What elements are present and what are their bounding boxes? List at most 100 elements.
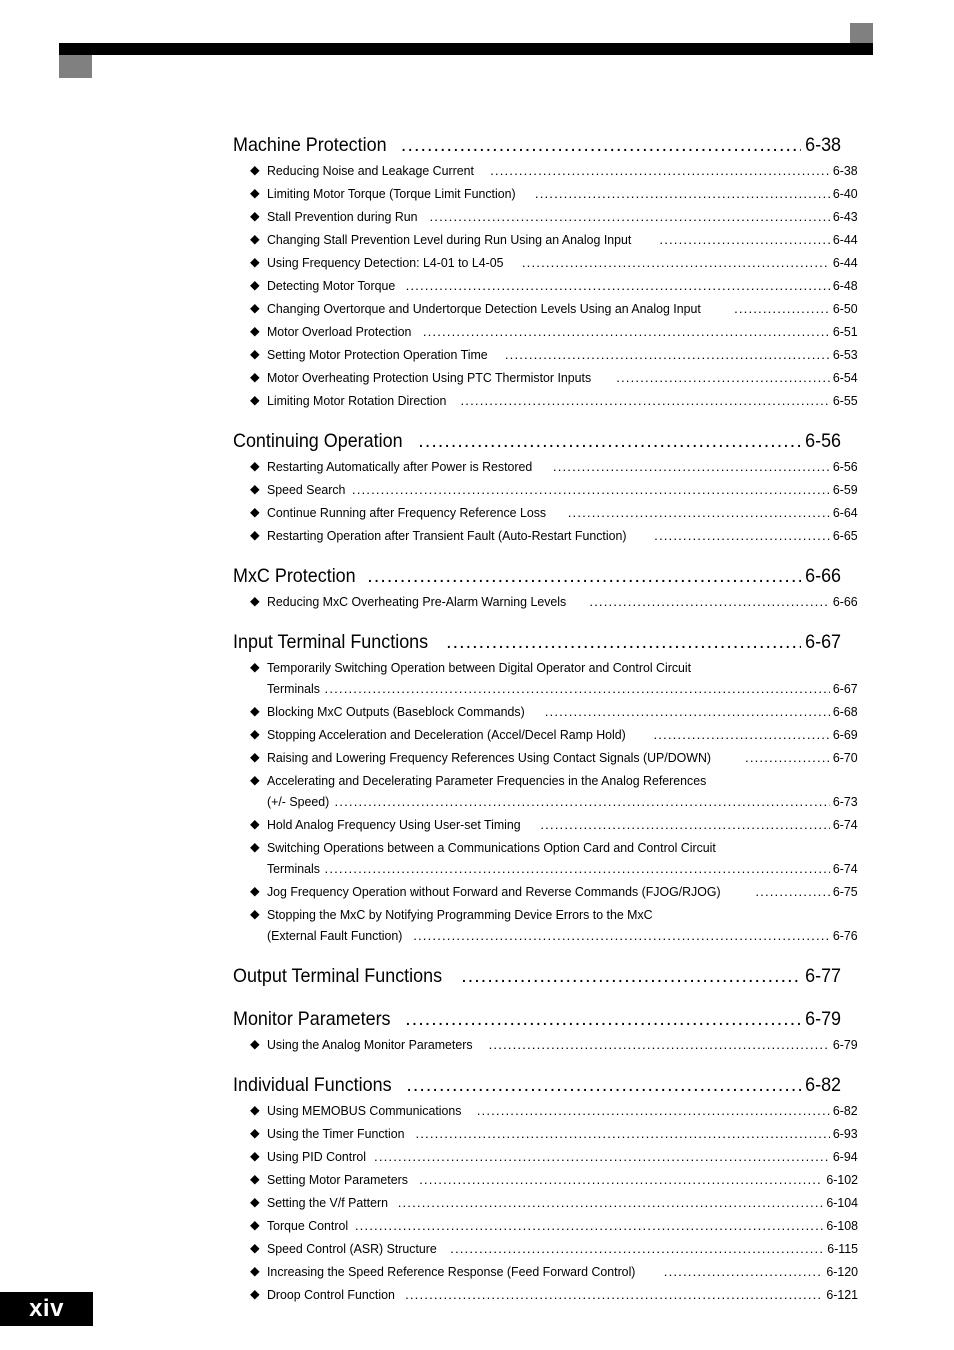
toc-heading-row[interactable]: Continuing Operation 6-56 (233, 429, 841, 454)
toc-item-continuation-row[interactable]: ◆Terminals6-67 (233, 678, 858, 699)
toc-item-row[interactable]: ◆ Setting Motor Protection Operation Time… (233, 344, 858, 365)
toc-heading-page-number: 6-56 (805, 430, 841, 452)
toc-item-page-number: 6-73 (833, 794, 858, 809)
toc-item-title: Setting Motor Protection Operation Time (266, 347, 488, 362)
toc-item-row[interactable]: ◆ Limiting Motor Rotation Direction 6-55 (233, 390, 858, 411)
dot-leader (490, 160, 830, 181)
dot-leader (461, 390, 831, 411)
toc-item-title: Hold Analog Frequency Using User-set Tim… (266, 817, 521, 832)
toc-item-row[interactable]: ◆ Stopping the MxC by Notifying Programmi… (233, 904, 858, 925)
dot-leader (423, 321, 831, 342)
toc-item-row[interactable]: ◆ Using the Analog Monitor Parameters 6-79 (233, 1034, 858, 1055)
toc-item-row[interactable]: ◆ Using MEMOBUS Communications 6-82 (233, 1100, 858, 1121)
toc-item-row[interactable]: ◆ Torque Control 6-108 (233, 1215, 858, 1236)
toc-item-row[interactable]: ◆ Restarting Operation after Transient Fa… (233, 525, 858, 546)
diamond-bullet-icon: ◆ (250, 727, 260, 741)
toc-item-page-number: 6-55 (833, 393, 858, 408)
toc-item-row[interactable]: ◆ Raising and Lowering Frequency Referenc… (233, 747, 858, 768)
toc-item-row[interactable]: ◆ Detecting Motor Torque 6-48 (233, 275, 858, 296)
toc-item-title: Using PID Control (266, 1149, 366, 1164)
toc-item-title-continued: Terminals (266, 861, 320, 876)
dot-leader (589, 591, 830, 612)
diamond-bullet-icon: ◆ (250, 459, 260, 473)
dot-leader (430, 206, 831, 227)
toc-item-row[interactable]: ◆ Motor Overheating Protection Using PTC … (233, 367, 858, 388)
diamond-bullet-icon: ◆ (250, 817, 260, 831)
toc-item-title: Setting Motor Parameters (266, 1172, 408, 1187)
toc-item-page-number: 6-94 (833, 1149, 858, 1164)
toc-item-title: Using the Analog Monitor Parameters (266, 1037, 473, 1052)
toc-item-title: Stopping Acceleration and Deceleration (… (266, 727, 626, 742)
toc-item-title: Temporarily Switching Operation between … (266, 660, 691, 675)
toc-item-title-continued: (External Fault Function) (266, 928, 403, 943)
diamond-bullet-icon: ◆ (250, 278, 260, 292)
toc-item-row[interactable]: ◆ Restarting Automatically after Power is… (233, 456, 858, 477)
dot-leader (489, 1034, 831, 1055)
toc-heading-row[interactable]: Individual Functions 6-82 (233, 1073, 841, 1098)
toc-item-row[interactable]: ◆ Increasing the Speed Reference Response… (233, 1261, 858, 1282)
dot-leader (406, 275, 831, 296)
toc-heading-row[interactable]: Input Terminal Functions 6-67 (233, 630, 841, 655)
diamond-bullet-icon: ◆ (250, 232, 260, 246)
toc-item-row[interactable]: ◆ Reducing Noise and Leakage Current 6-38 (233, 160, 858, 181)
toc-item-title: Reducing MxC Overheating Pre-Alarm Warni… (266, 594, 566, 609)
toc-item-page-number: 6-51 (833, 324, 858, 339)
dot-leader (325, 858, 831, 879)
toc-item-page-number: 6-82 (833, 1103, 858, 1118)
toc-item-row[interactable]: ◆ Stall Prevention during Run 6-43 (233, 206, 858, 227)
toc-item-row[interactable]: ◆ Blocking MxC Outputs (Baseblock Command… (233, 701, 858, 722)
toc-item-row[interactable]: ◆ Continue Running after Frequency Refere… (233, 502, 858, 523)
toc-item-page-number: 6-54 (833, 370, 858, 385)
toc-item-title: Stall Prevention during Run (266, 209, 418, 224)
toc-heading-row[interactable]: Monitor Parameters 6-79 (233, 1007, 841, 1032)
toc-item-row[interactable]: ◆ Using Frequency Detection: L4-01 to L4-… (233, 252, 858, 273)
toc-item-row[interactable]: ◆ Jog Frequency Operation without Forward… (233, 881, 858, 902)
dot-leader (540, 814, 830, 835)
table-of-contents: Machine Protection 6-38 ◆ Reducing Noise an… (233, 133, 858, 1305)
diamond-bullet-icon: ◆ (250, 505, 260, 519)
toc-item-title: Restarting Automatically after Power is … (266, 459, 532, 474)
toc-item-row[interactable]: ◆ Setting the V/f Pattern 6-104 (233, 1192, 858, 1213)
diamond-bullet-icon: ◆ (250, 594, 260, 608)
toc-item-row[interactable]: ◆ Temporarily Switching Operation between… (233, 657, 858, 678)
diamond-bullet-icon: ◆ (250, 1103, 260, 1117)
dot-leader (654, 525, 830, 546)
toc-item-title: Changing Stall Prevention Level during R… (266, 232, 631, 247)
diamond-bullet-icon: ◆ (250, 750, 260, 764)
toc-item-row[interactable]: ◆ Accelerating and Decelerating Parameter… (233, 770, 858, 791)
toc-item-row[interactable]: ◆ Stopping Acceleration and Deceleration … (233, 724, 858, 745)
diamond-bullet-icon: ◆ (250, 1195, 260, 1209)
toc-item-page-number: 6-56 (833, 459, 858, 474)
toc-item-continuation-row[interactable]: ◆Terminals6-74 (233, 858, 858, 879)
toc-item-row[interactable]: ◆ Using PID Control 6-94 (233, 1146, 858, 1167)
toc-heading-row[interactable]: Machine Protection 6-38 (233, 133, 841, 158)
dot-leader (406, 1073, 801, 1098)
toc-item-page-number: 6-67 (833, 681, 858, 696)
toc-item-row[interactable]: ◆ Droop Control Function 6-121 (233, 1284, 858, 1305)
toc-item-row[interactable]: ◆ Limiting Motor Torque (Torque Limit Fun… (233, 183, 858, 204)
toc-item-row[interactable]: ◆ Reducing MxC Overheating Pre-Alarm Warn… (233, 591, 858, 612)
toc-item-row[interactable]: ◆ Using the Timer Function 6-93 (233, 1123, 858, 1144)
toc-item-title: Limiting Motor Rotation Direction (266, 393, 447, 408)
toc-item-continuation-row[interactable]: ◆(External Fault Function)6-76 (233, 925, 858, 946)
toc-item-row[interactable]: ◆ Setting Motor Parameters 6-102 (233, 1169, 858, 1190)
toc-item-title: Continue Running after Frequency Referen… (266, 505, 546, 520)
toc-item-continuation-row[interactable]: ◆(+/- Speed)6-73 (233, 791, 858, 812)
toc-heading-row[interactable]: MxC Protection 6-66 (233, 564, 841, 589)
toc-item-row[interactable]: ◆ Speed Search 6-59 (233, 479, 858, 500)
dot-leader (745, 747, 830, 768)
toc-item-row[interactable]: ◆ Hold Analog Frequency Using User-set Ti… (233, 814, 858, 835)
toc-item-page-number: 6-43 (833, 209, 858, 224)
diamond-bullet-icon: ◆ (250, 884, 260, 898)
toc-item-title: Restarting Operation after Transient Fau… (266, 528, 627, 543)
toc-item-row[interactable]: ◆ Changing Overtorque and Undertorque Det… (233, 298, 858, 319)
toc-heading-title: Input Terminal Functions (233, 631, 429, 653)
toc-heading-row[interactable]: Output Terminal Functions 6-77 (233, 964, 841, 989)
toc-heading-title: Individual Functions (233, 1074, 392, 1096)
toc-heading-title: Machine Protection (233, 134, 387, 156)
toc-item-row[interactable]: ◆ Switching Operations between a Communic… (233, 837, 858, 858)
toc-item-row[interactable]: ◆ Motor Overload Protection 6-51 (233, 321, 858, 342)
toc-item-title-continued: Terminals (266, 681, 320, 696)
toc-item-row[interactable]: ◆ Changing Stall Prevention Level during … (233, 229, 858, 250)
toc-item-row[interactable]: ◆ Speed Control (ASR) Structure 6-115 (233, 1238, 858, 1259)
